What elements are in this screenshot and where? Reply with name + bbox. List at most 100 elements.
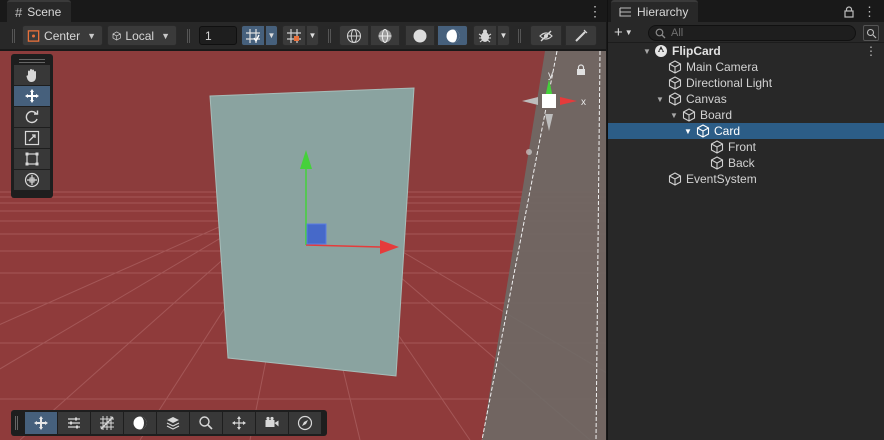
- layers-button[interactable]: [157, 412, 189, 434]
- space-dropdown-label: Local: [125, 28, 155, 43]
- expand-arrow-icon[interactable]: ▼: [669, 111, 679, 120]
- tab-hierarchy[interactable]: Hierarchy: [611, 0, 699, 22]
- lit-shading-button[interactable]: [437, 25, 468, 46]
- hierarchy-search-input[interactable]: [671, 27, 841, 39]
- hierarchy-item-eventsystem[interactable]: EventSystem: [608, 171, 884, 187]
- view-options-button[interactable]: [25, 412, 57, 434]
- toolbar-grip[interactable]: [187, 29, 190, 43]
- hierarchy-tab-menu-button[interactable]: ⋮: [863, 4, 876, 20]
- gizmo-x-label: x: [581, 97, 586, 108]
- shading-button[interactable]: [124, 412, 156, 434]
- chevron-down-icon: ▼: [624, 27, 633, 37]
- hierarchy-item-label: Main Camera: [686, 60, 759, 74]
- hierarchy-item-main-camera[interactable]: Main Camera: [608, 59, 884, 75]
- tool-palette-grip[interactable]: [19, 59, 45, 63]
- hierarchy-item-front[interactable]: Front: [608, 139, 884, 155]
- rect-icon: [25, 152, 39, 166]
- bug-icon: [478, 29, 492, 42]
- scene-panel: # Scene ⋮ Center ▼ Local ▼ ▼: [0, 0, 606, 440]
- scene-visibility-button[interactable]: [530, 25, 562, 46]
- hierarchy-item-card[interactable]: ▼ Card: [608, 123, 884, 139]
- gizmo-z-dot[interactable]: [526, 149, 532, 155]
- tool-settings-button[interactable]: [565, 25, 597, 46]
- toolbar-grip[interactable]: [328, 29, 331, 43]
- scene-world: y x: [0, 51, 606, 440]
- hierarchy-item-label: EventSystem: [686, 172, 757, 186]
- hierarchy-item-flipcard[interactable]: ▼ FlipCard ⋮: [608, 43, 884, 59]
- increment-snap-dropdown[interactable]: ▼: [306, 25, 319, 46]
- scene-tab-menu-button[interactable]: ⋮: [588, 3, 602, 20]
- toolbar-grip[interactable]: [518, 29, 521, 43]
- pivot-dropdown[interactable]: Center ▼: [22, 25, 103, 46]
- tab-scene[interactable]: # Scene: [7, 0, 72, 22]
- expand-arrow-icon[interactable]: ▼: [683, 127, 693, 136]
- chevron-down-icon: ▼: [499, 31, 508, 40]
- scale-tool-button[interactable]: [14, 128, 50, 148]
- grid-toggle-icon: [100, 416, 114, 430]
- transform-tool-button[interactable]: [14, 170, 50, 190]
- hand-tool-button[interactable]: [14, 65, 50, 85]
- move-icon: [25, 89, 39, 103]
- sliders-icon: [68, 417, 80, 429]
- hierarchy-item-label: Canvas: [686, 92, 727, 106]
- orientation-button[interactable]: [223, 412, 255, 434]
- view-options-icon: [34, 416, 48, 430]
- camera-button[interactable]: [256, 412, 288, 434]
- lock-icon[interactable]: [844, 6, 854, 18]
- rotate-tool-button[interactable]: [14, 107, 50, 127]
- scene-menu-button[interactable]: ⋮: [865, 44, 877, 58]
- hierarchy-list-icon: [619, 7, 631, 17]
- wireframe-sphere-icon: [346, 28, 362, 43]
- space-dropdown[interactable]: Local ▼: [107, 25, 177, 46]
- layers-icon: [166, 417, 180, 430]
- hand-icon: [26, 69, 36, 82]
- hierarchy-item-label: Card: [714, 124, 741, 138]
- create-button[interactable]: + ▼: [614, 24, 640, 41]
- camera-icon: [265, 416, 279, 427]
- increment-snap-button[interactable]: [282, 25, 306, 46]
- hierarchy-item-back[interactable]: Back: [608, 155, 884, 171]
- scene-tab-label: Scene: [27, 5, 62, 19]
- rect-tool-button[interactable]: [14, 149, 50, 169]
- search-by-type-button[interactable]: [863, 25, 879, 41]
- scene-viewport[interactable]: y x: [0, 51, 606, 440]
- gameobject-cube-icon: [668, 92, 682, 106]
- editor-window: # Scene ⋮ Center ▼ Local ▼ ▼: [0, 0, 884, 440]
- grid-snap-dropdown[interactable]: ▼: [265, 25, 278, 46]
- debug-draw-mode-dropdown[interactable]: ▼: [497, 25, 510, 46]
- gameobject-cube-icon: [696, 124, 710, 138]
- expand-arrow-icon[interactable]: ▼: [642, 47, 652, 56]
- toolbar-grip[interactable]: [12, 29, 15, 43]
- hierarchy-item-label: Back: [728, 156, 755, 170]
- search-button[interactable]: [190, 412, 222, 434]
- shaded-button[interactable]: [405, 25, 435, 46]
- hierarchy-item-board[interactable]: ▼ Board: [608, 107, 884, 123]
- hierarchy-toolbar: + ▼: [608, 22, 884, 43]
- visibility-off-icon: [539, 30, 553, 41]
- overlay-toolbar-grip[interactable]: [15, 416, 18, 430]
- grid-snap-button[interactable]: [241, 25, 265, 46]
- expand-arrow-icon[interactable]: ▼: [655, 95, 665, 104]
- xy-plane-handle[interactable]: [306, 223, 327, 245]
- debug-draw-mode-button[interactable]: [473, 25, 497, 46]
- gizmo-center-cube[interactable]: [542, 94, 556, 108]
- hierarchy-item-directional-light[interactable]: Directional Light: [608, 75, 884, 91]
- shaded-wireframe-icon: [378, 28, 392, 43]
- move-tool-button[interactable]: [14, 86, 50, 106]
- shaded-wireframe-button[interactable]: [370, 25, 400, 46]
- local-cube-icon: [112, 31, 121, 40]
- gameobject-cube-icon: [682, 108, 696, 122]
- wireframe-shading-button[interactable]: [339, 25, 369, 46]
- gameobject-cube-icon: [710, 140, 724, 154]
- hierarchy-search[interactable]: [648, 25, 856, 41]
- shaded-sphere-icon: [413, 29, 427, 42]
- hierarchy-tree: ▼ FlipCard ⋮ Main Camera Directional Lig…: [608, 43, 884, 187]
- sliders-button[interactable]: [58, 412, 90, 434]
- compass-button[interactable]: [289, 412, 321, 434]
- tool-palette: [11, 54, 53, 198]
- grid-size-field[interactable]: [199, 26, 237, 45]
- grid-toggle-button[interactable]: [91, 412, 123, 434]
- hierarchy-panel: Hierarchy ⋮ + ▼ ▼: [607, 0, 884, 440]
- hierarchy-item-canvas[interactable]: ▼ Canvas: [608, 91, 884, 107]
- hierarchy-tab-label: Hierarchy: [637, 5, 689, 19]
